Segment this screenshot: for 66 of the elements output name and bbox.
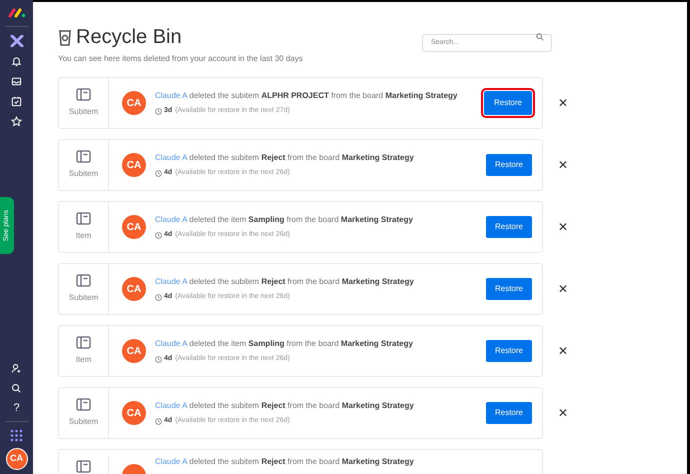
deletion-message: Claude A deleted the item Sampling from the board Marketing Strategy (155, 338, 414, 350)
clock-icon (155, 356, 162, 362)
deletion-message: Claude A deleted the subitem Reject from the board Marketing Strategy (155, 400, 415, 412)
search-icon (536, 33, 544, 41)
restore-button[interactable]: Restore (486, 154, 532, 176)
user-avatar: CA (122, 339, 146, 363)
item-icon (76, 336, 91, 349)
item-icon (76, 274, 91, 287)
user-link[interactable]: Claude A (155, 400, 188, 410)
item-type-label: Subitem (68, 292, 98, 304)
page-subtitle: You can see here items deleted from your account in the last 30 days (58, 53, 303, 65)
close-button[interactable]: ✕ (558, 407, 568, 419)
close-button[interactable]: ✕ (558, 345, 568, 357)
deletion-message: Claude A deleted the subitem ALPHR PROJECT from the board Marketing Strategy (155, 90, 458, 102)
bell-icon[interactable] (11, 56, 22, 67)
clock-icon (155, 108, 162, 114)
user-avatar: CA (122, 215, 146, 239)
restore-button[interactable]: Restore (484, 91, 532, 115)
item-type-label: Subitem (68, 416, 98, 428)
add-user-icon[interactable] (11, 363, 22, 374)
user-avatar[interactable]: CA (6, 448, 28, 470)
item-type-label: Item (76, 230, 92, 242)
restore-button[interactable]: Restore (486, 278, 532, 300)
item-icon (76, 88, 91, 101)
inbox-icon[interactable] (11, 76, 22, 87)
calendar-icon[interactable] (11, 96, 22, 107)
star-icon[interactable] (11, 116, 22, 127)
user-link[interactable]: Claude A (155, 276, 188, 286)
user-link[interactable]: Claude A (155, 152, 188, 162)
close-button[interactable]: ✕ (558, 159, 568, 171)
close-button[interactable]: ✕ (558, 283, 568, 295)
deletion-message: Claude A deleted the item Sampling from the board Marketing Strategy (155, 214, 414, 226)
workspace-icon[interactable] (10, 35, 24, 47)
item-type-label: Item (76, 354, 92, 366)
user-avatar: CA (122, 401, 146, 425)
close-button[interactable]: ✕ (558, 97, 568, 109)
deletion-message: Claude A deleted the subitem Reject from the board Marketing Strategy (155, 456, 415, 468)
logo-icon[interactable] (8, 8, 26, 18)
help-button[interactable]: ? (13, 403, 20, 414)
item-type-label: Subitem (68, 168, 98, 180)
item-icon (76, 150, 91, 163)
user-link[interactable]: Claude A (155, 90, 188, 100)
clock-icon (155, 170, 162, 176)
apps-grid-icon[interactable] (10, 429, 23, 442)
item-icon (76, 460, 91, 473)
search-icon[interactable] (11, 383, 22, 394)
user-link[interactable]: Claude A (155, 338, 188, 348)
user-avatar: CA (122, 277, 146, 301)
clock-icon (155, 418, 162, 424)
item-icon (76, 398, 91, 411)
user-avatar: CA (122, 91, 146, 115)
clock-icon (155, 294, 162, 300)
restore-button[interactable]: Restore (486, 340, 532, 362)
deletion-message: Claude A deleted the subitem Reject from the board Marketing Strategy (155, 276, 415, 288)
user-link[interactable]: Claude A (155, 457, 188, 466)
restore-button[interactable]: Restore (486, 216, 532, 238)
user-avatar: CA (122, 153, 146, 177)
item-type-label: Subitem (68, 106, 98, 118)
user-link[interactable]: Claude A (155, 214, 188, 224)
clock-icon (155, 232, 162, 238)
trash-icon (58, 28, 72, 46)
close-button[interactable]: ✕ (558, 221, 568, 233)
page-title: Recycle Bin (76, 25, 182, 50)
item-icon (76, 212, 91, 225)
restore-button[interactable]: Restore (486, 402, 532, 424)
deletion-message: Claude A deleted the subitem Reject from the board Marketing Strategy (155, 152, 415, 164)
